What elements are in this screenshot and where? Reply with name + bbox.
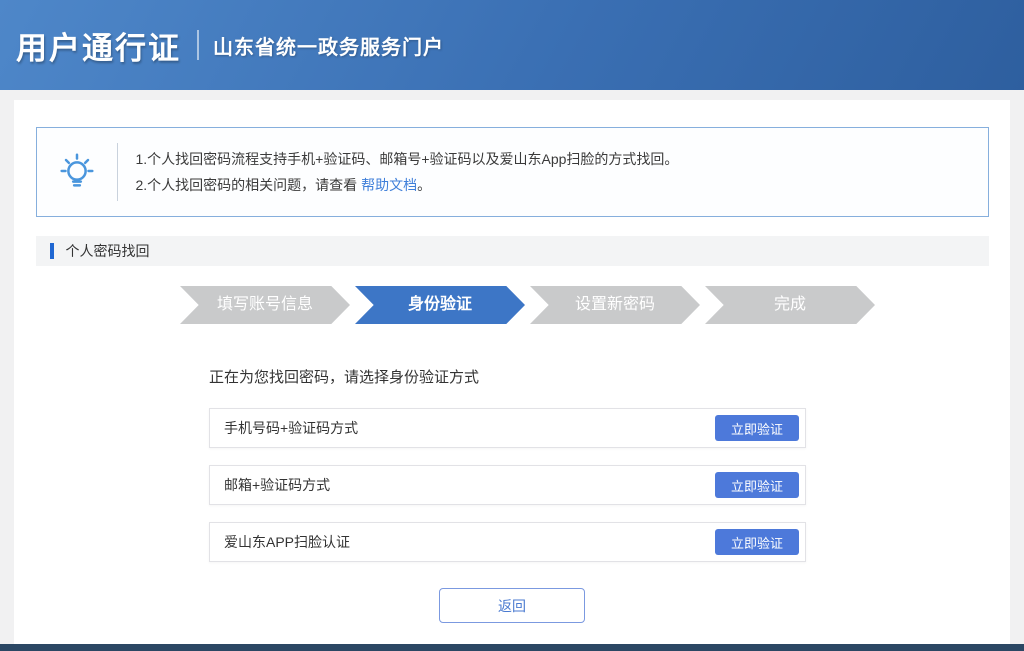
page-title: 个人密码找回 xyxy=(66,241,150,261)
brand-title: 用户通行证 xyxy=(16,23,181,68)
page-background: { "header": { "brand": "用户通行证", "portal"… xyxy=(0,0,1024,651)
step-new-password: 设置新密码 xyxy=(530,286,700,324)
section-title-bar: 个人密码找回 xyxy=(36,236,989,266)
option-row-email: 邮箱+验证码方式 立即验证 xyxy=(209,465,806,505)
footer-bar xyxy=(0,644,1024,651)
verify-button-phone[interactable]: 立即验证 xyxy=(715,415,799,441)
help-doc-link[interactable]: 帮助文档 xyxy=(361,177,417,193)
notice-line-2: 2.个人找回密码的相关问题，请查看 帮助文档。 xyxy=(136,172,679,198)
accent-bar xyxy=(50,243,54,259)
lightbulb-icon xyxy=(37,149,117,195)
step-account-info: 填写账号信息 xyxy=(180,286,350,324)
step-complete: 完成 xyxy=(705,286,875,324)
notice-line-2-suffix: 。 xyxy=(417,177,431,193)
option-label-app: 爱山东APP扫脸认证 xyxy=(224,532,350,552)
steps-bar: 填写账号信息 身份验证 设置新密码 完成 xyxy=(180,286,1010,324)
notice-line-1: 1.个人找回密码流程支持手机+验证码、邮箱号+验证码以及爱山东App扫脸的方式找… xyxy=(136,146,679,172)
notice-line-2-prefix: 2.个人找回密码的相关问题，请查看 xyxy=(136,177,362,193)
option-label-phone: 手机号码+验证码方式 xyxy=(224,418,358,438)
notice-box: 1.个人找回密码流程支持手机+验证码、邮箱号+验证码以及爱山东App扫脸的方式找… xyxy=(36,127,989,217)
portal-title: 山东省统一政务服务门户 xyxy=(213,31,444,60)
step-identity-verify: 身份验证 xyxy=(355,286,525,324)
back-button[interactable]: 返回 xyxy=(439,588,585,623)
notice-text: 1.个人找回密码流程支持手机+验证码、邮箱号+验证码以及爱山东App扫脸的方式找… xyxy=(118,146,679,198)
option-label-email: 邮箱+验证码方式 xyxy=(224,475,330,495)
verify-button-email[interactable]: 立即验证 xyxy=(715,472,799,498)
options-list: 手机号码+验证码方式 立即验证 邮箱+验证码方式 立即验证 爱山东APP扫脸认证… xyxy=(209,408,806,562)
verify-button-app[interactable]: 立即验证 xyxy=(715,529,799,555)
intro-text: 正在为您找回密码，请选择身份验证方式 xyxy=(209,368,1010,388)
option-row-phone: 手机号码+验证码方式 立即验证 xyxy=(209,408,806,448)
content-card: 1.个人找回密码流程支持手机+验证码、邮箱号+验证码以及爱山东App扫脸的方式找… xyxy=(14,100,1010,645)
header: 用户通行证 山东省统一政务服务门户 xyxy=(0,0,1024,90)
header-divider xyxy=(197,30,199,60)
option-row-app: 爱山东APP扫脸认证 立即验证 xyxy=(209,522,806,562)
